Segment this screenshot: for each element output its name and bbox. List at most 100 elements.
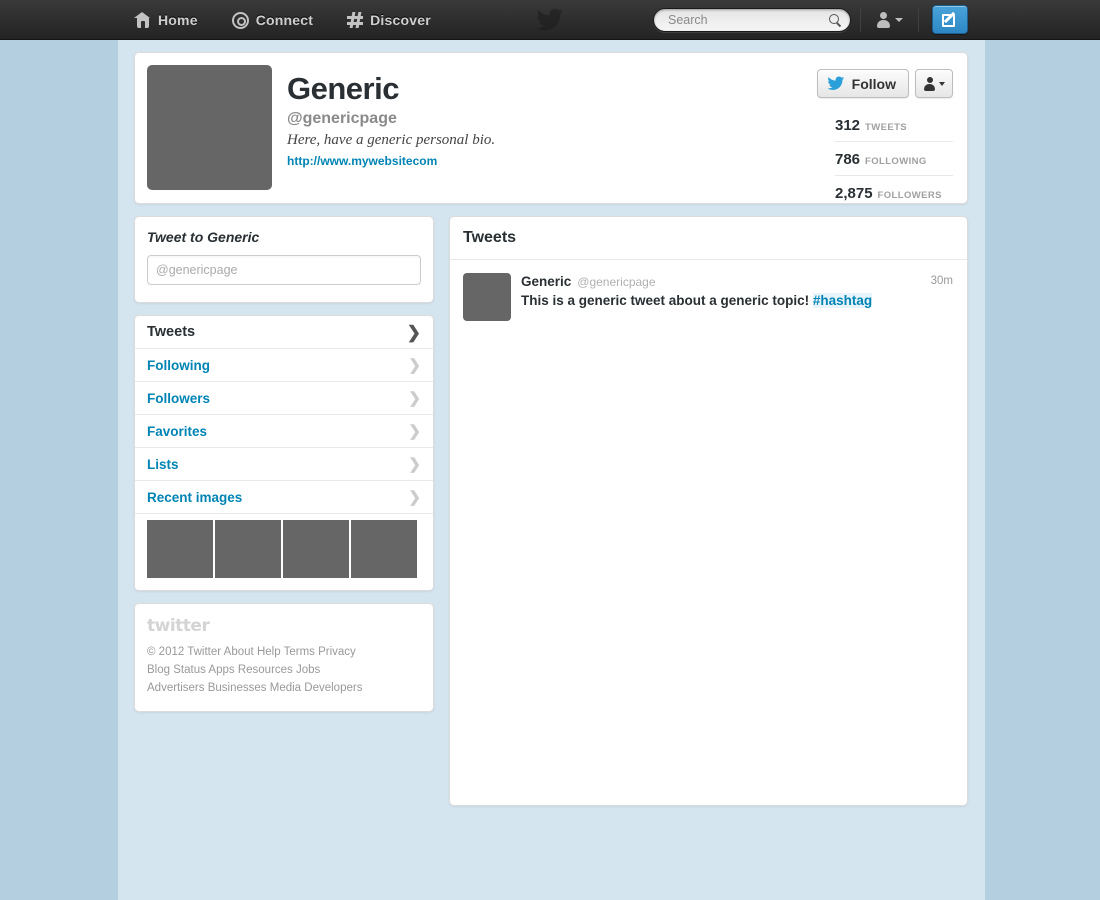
account-menu-button[interactable] [872,9,907,31]
stat-following[interactable]: 786 FOLLOWING [835,142,953,176]
footer-link-businesses[interactable]: Businesses [208,682,267,694]
footer-link-privacy[interactable]: Privacy [318,646,356,658]
follow-button[interactable]: Follow [816,69,909,98]
sidebar-item-following[interactable]: Following ❯ [135,349,433,382]
footer-link-developers[interactable]: Developers [304,682,362,694]
profile-actions: Follow [816,69,953,98]
nav-item-connect-label: Connect [255,12,314,28]
sidebar-item-favorites-label: Favorites [147,423,208,439]
sidebar-item-followers[interactable]: Followers ❯ [135,382,433,415]
tweet-author-handle[interactable]: @genericpage [577,275,655,289]
nav-item-discover[interactable]: Discover [343,0,435,40]
at-icon [231,11,249,29]
footer-link-jobs[interactable]: Jobs [296,664,320,676]
footer-links-row-1: © 2012 Twitter About Help Terms Privacy [147,643,421,661]
user-actions-button[interactable] [915,69,953,98]
tweet-text: This is a generic tweet about a generic … [521,292,954,310]
stat-following-label: FOLLOWING [865,156,927,167]
profile-stats: 312 TWEETS 786 FOLLOWING 2,875 FOLLOWERS [835,108,953,209]
compose-icon [941,11,959,28]
sidebar-item-tweets-label: Tweets [147,324,196,340]
search-icon[interactable] [829,13,842,27]
sidebar-item-recent-images[interactable]: Recent images ❯ [135,481,433,514]
page-content: Generic @genericpage Here, have a generi… [134,52,968,806]
nav-divider-right [918,8,919,32]
thumbnail-image[interactable] [147,520,213,578]
nav-item-connect[interactable]: Connect [228,0,317,40]
twitter-bird-icon [536,8,564,32]
footer-link-help[interactable]: Help [257,646,281,658]
twitter-wordmark-logo: twitter [147,616,210,636]
recent-images-thumbnails [135,514,433,590]
chevron-right-icon: ❯ [406,322,421,342]
sidebar-item-followers-label: Followers [147,390,211,406]
footer-link-blog[interactable]: Blog [147,664,170,676]
nav-item-discover-label: Discover [370,12,431,28]
tweet-author-name[interactable]: Generic [521,274,571,289]
chevron-right-icon: ❯ [408,389,421,407]
main-timeline-column: Tweets Generic @genericpage This is a ge… [449,216,968,806]
stat-followers-value: 2,875 [835,185,873,202]
tweet-to-user-title: Tweet to Generic [147,229,260,245]
footer-link-resources[interactable]: Resources [238,664,293,676]
footer-link-advertisers[interactable]: Advertisers [147,682,205,694]
footer-copyright: © 2012 Twitter [147,646,222,658]
chevron-right-icon: ❯ [408,488,421,506]
nav-item-home[interactable]: Home [130,0,202,40]
follow-button-label: Follow [851,75,896,92]
search-box[interactable] [653,8,851,32]
search-input[interactable] [668,13,828,27]
tweet-avatar[interactable] [463,273,511,321]
footer-link-about[interactable]: About [224,646,254,658]
stat-followers[interactable]: 2,875 FOLLOWERS [835,176,953,209]
person-icon [923,76,936,91]
footer-link-status[interactable]: Status [173,664,206,676]
profile-header-card: Generic @genericpage Here, have a generi… [134,52,968,204]
sidebar-item-lists[interactable]: Lists ❯ [135,448,433,481]
chevron-down-icon [895,18,903,22]
tweet-timestamp[interactable]: 30m [931,275,953,287]
sidebar-item-lists-label: Lists [147,456,179,472]
hash-icon [347,12,364,28]
home-icon [134,12,151,28]
sidebar-item-favorites[interactable]: Favorites ❯ [135,415,433,448]
person-icon [876,12,891,28]
tweet-text-body: This is a generic tweet about a generic … [521,293,813,308]
footer-link-terms[interactable]: Terms [284,646,315,658]
twitter-bird-icon [827,76,845,91]
chevron-down-icon [939,81,945,86]
compose-tweet-button[interactable] [932,5,968,34]
profile-avatar[interactable] [147,65,272,190]
footer-link-apps[interactable]: Apps [208,664,234,676]
sidebar-item-tweets[interactable]: Tweets ❯ [135,316,433,349]
tweet-header: Generic @genericpage [521,274,954,289]
chevron-right-icon: ❯ [408,422,421,440]
global-navigation-bar: Home Connect Discover [0,0,1100,40]
stat-tweets-label: TWEETS [865,122,908,133]
sidebar-item-following-label: Following [147,357,210,373]
stat-tweets[interactable]: 312 TWEETS [835,108,953,142]
nav-links: Home Connect Discover [130,0,435,40]
footer-links-row-3: Advertisers Businesses Media Developers [147,679,421,697]
nav-divider-left [860,8,861,32]
stat-following-value: 786 [835,151,861,168]
profile-website-link[interactable]: http://www.mywebsitecom [287,154,437,168]
thumbnail-image[interactable] [283,520,349,578]
thumbnail-image[interactable] [215,520,281,578]
tweet-body: Generic @genericpage This is a generic t… [521,273,954,321]
stat-followers-label: FOLLOWERS [877,190,942,201]
tweets-panel: Tweets Generic @genericpage This is a ge… [449,216,968,806]
content-columns: Tweet to Generic Tweets ❯ Following ❯ Fo… [134,216,968,806]
tweet-hashtag-link[interactable]: #hashtag [812,293,873,308]
tweet-to-user-box: Tweet to Generic [134,216,434,303]
nav-item-home-label: Home [158,12,198,28]
footer-links: © 2012 Twitter About Help Terms Privacy … [147,643,421,697]
thumbnail-image[interactable] [351,520,417,578]
footer-link-media[interactable]: Media [270,682,301,694]
stat-tweets-value: 312 [835,117,861,134]
tweet-item[interactable]: Generic @genericpage This is a generic t… [450,260,967,334]
tweet-compose-input[interactable] [147,255,421,285]
tweets-heading: Tweets [463,229,517,246]
profile-nav-list: Tweets ❯ Following ❯ Followers ❯ Favorit… [134,315,434,591]
left-sidebar: Tweet to Generic Tweets ❯ Following ❯ Fo… [134,216,434,806]
